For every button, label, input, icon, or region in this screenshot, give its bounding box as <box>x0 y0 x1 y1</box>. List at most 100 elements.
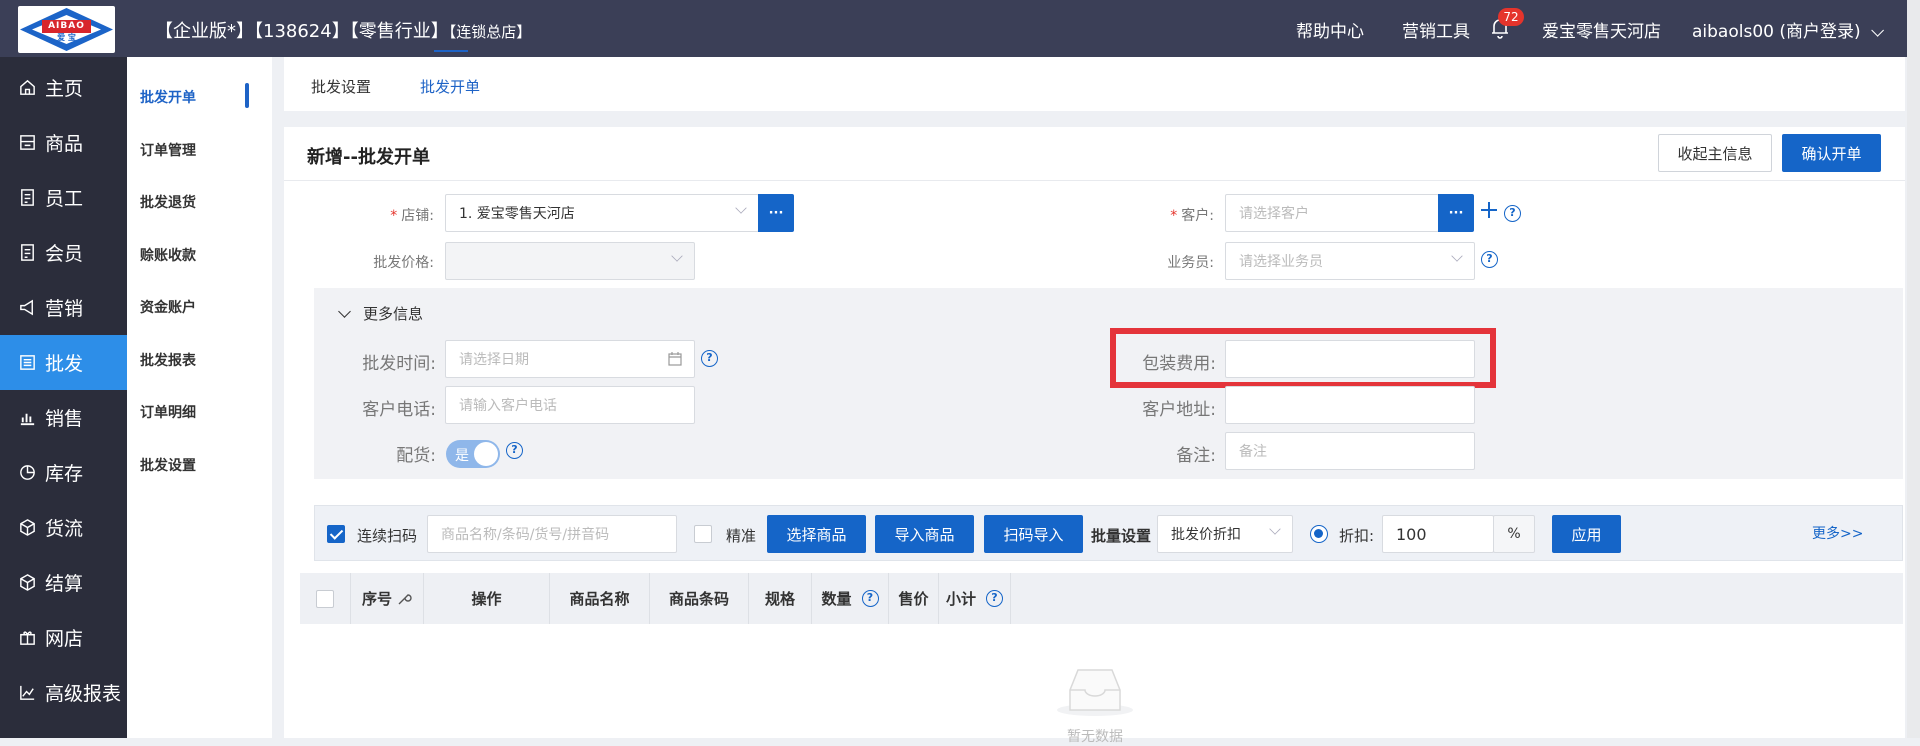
megaphone-icon <box>20 299 33 316</box>
window-scrollbar[interactable] <box>1907 0 1920 738</box>
salesman-help-icon[interactable]: ? <box>1481 251 1498 268</box>
empty-text: 暂无数据 <box>1067 729 1123 745</box>
column-index[interactable]: 序号 <box>351 573 424 624</box>
salesman-select[interactable]: 请选择业务员 <box>1225 242 1475 280</box>
sidebar-item-staff[interactable]: 员工 <box>0 170 127 225</box>
time-help-icon[interactable]: ? <box>701 350 718 367</box>
sidebar-item-reports[interactable]: 高级报表 <box>0 665 127 720</box>
exact-match-checkbox[interactable] <box>694 525 712 543</box>
list-icon <box>20 355 35 370</box>
gift-icon <box>20 631 35 645</box>
chevron-down-icon <box>338 305 351 318</box>
subtotal-help-icon[interactable]: ? <box>986 590 1003 607</box>
tab-wholesale-settings[interactable]: 批发设置 <box>311 76 371 97</box>
dispatch-toggle[interactable]: 是 <box>446 440 500 468</box>
more-info-label: 更多信息 <box>363 305 424 323</box>
column-spec: 规格 <box>749 573 812 624</box>
subnav-item-open-order[interactable]: 批发开单 <box>140 87 196 107</box>
subnav-item-credit[interactable]: 赊账收款 <box>140 245 196 265</box>
marketing-tools-link[interactable]: 营销工具 <box>1402 17 1470 42</box>
column-index-label: 序号 <box>361 590 392 608</box>
wholesale-time-label: 批发时间: <box>362 354 436 374</box>
collapse-info-button[interactable]: 收起主信息 <box>1658 134 1772 172</box>
tab-wholesale-open[interactable]: 批发开单 <box>420 76 480 97</box>
discount-label: 折扣: <box>1339 527 1375 545</box>
customer-help-icon[interactable]: ? <box>1504 205 1521 222</box>
subnav-active-indicator <box>245 83 249 108</box>
chevron-down-icon <box>735 202 747 214</box>
confirm-order-button[interactable]: 确认开单 <box>1782 134 1881 172</box>
sidebar-item-marketing[interactable]: 营销 <box>0 280 127 335</box>
sidebar-item-settlement[interactable]: 结算 <box>0 555 127 610</box>
sidebar-item-home[interactable]: 主页 <box>0 60 127 115</box>
more-info-panel: 更多信息 <box>314 288 1903 479</box>
sidebar-item-member[interactable]: 会员 <box>0 225 127 280</box>
chevron-down-icon <box>1870 24 1884 37</box>
customer-picker-button[interactable]: ··· <box>1438 194 1474 232</box>
column-goods-name: 商品名称 <box>550 573 650 624</box>
industry-label: 【零售行业】 <box>349 21 449 42</box>
percent-addon: % <box>1493 515 1535 553</box>
discount-input[interactable]: 100 <box>1382 515 1494 553</box>
aibao-logo[interactable]: AIBAO 爱 宝 <box>18 6 115 53</box>
customer-address-input[interactable] <box>1225 386 1475 424</box>
chevron-down-icon <box>671 250 683 262</box>
more-link[interactable]: 更多>> <box>1812 523 1863 543</box>
remark-input[interactable]: 备注 <box>1225 432 1475 470</box>
customer-address-label: 客户地址: <box>1142 400 1216 420</box>
price-select[interactable] <box>445 242 695 280</box>
price-label: 批发价格: <box>373 255 434 271</box>
customer-select[interactable]: 请选择客户 <box>1225 194 1439 232</box>
quantity-help-icon[interactable]: ? <box>861 590 879 607</box>
header-divider <box>284 180 1905 181</box>
subnav-item-report[interactable]: 批发报表 <box>140 350 196 370</box>
add-customer-icon[interactable] <box>1481 202 1497 218</box>
store-type-label: 【连锁总店】 <box>448 23 532 41</box>
help-center-link[interactable]: 帮助中心 <box>1296 17 1364 42</box>
logo-sub-text: 爱 宝 <box>57 33 76 42</box>
sidebar-item-webstore[interactable]: 网店 <box>0 610 127 665</box>
sidebar-item-sales[interactable]: 销售 <box>0 390 127 445</box>
sidebar-item-wholesale[interactable]: 批发 <box>0 335 127 390</box>
import-goods-button[interactable]: 导入商品 <box>875 515 974 553</box>
store-switcher[interactable]: 爱宝零售天河店 <box>1542 17 1661 42</box>
subnav-item-returns[interactable]: 批发退货 <box>140 192 196 212</box>
sidebar-item-inventory[interactable]: 库存 <box>0 445 127 500</box>
sidebar-item-goods[interactable]: 商品 <box>0 115 127 170</box>
subnav-item-settings[interactable]: 批发设置 <box>140 455 196 475</box>
store-label: * 店铺: <box>390 208 434 224</box>
store-select[interactable]: 1. 爱宝零售天河店 <box>445 194 759 232</box>
select-goods-button[interactable]: 选择商品 <box>767 515 866 553</box>
goods-search-input[interactable]: 商品名称/条码/货号/拼音码 <box>427 515 677 553</box>
dispatch-help-icon[interactable]: ? <box>506 442 523 459</box>
sidebar-item-label: 批发 <box>45 353 84 375</box>
sidebar-item-label: 网店 <box>45 628 84 650</box>
wrench-icon[interactable] <box>396 591 412 607</box>
member-icon <box>21 244 34 261</box>
sidebar-item-label: 销售 <box>45 408 84 430</box>
account-menu[interactable]: aibaols00 (商户登录) <box>1692 17 1884 42</box>
select-all-checkbox[interactable] <box>316 589 334 608</box>
more-info-toggle[interactable]: 更多信息 <box>336 303 423 324</box>
wholesale-subnav: 批发开单 订单管理 批发退货 赊账收款 资金账户 批发报表 订单明细 批发设置 <box>127 57 272 738</box>
batch-setting-select[interactable]: 批发价折扣 <box>1157 515 1293 553</box>
scan-import-button[interactable]: 扫码导入 <box>984 515 1083 553</box>
customer-phone-input[interactable]: 请输入客户电话 <box>445 386 695 424</box>
continuous-scan-checkbox[interactable] <box>327 525 345 543</box>
staff-icon <box>21 189 34 206</box>
select-all-column <box>300 573 351 624</box>
store-value: 1. 爱宝零售天河店 <box>459 206 575 222</box>
wholesale-date-picker[interactable]: 请选择日期 <box>445 340 695 378</box>
merchant-id: 【138624】 <box>254 21 350 42</box>
edition-label: 【企业版*】 <box>155 21 254 42</box>
page-tabs: 批发设置 批发开单 <box>284 57 1905 111</box>
discount-radio[interactable] <box>1310 525 1328 543</box>
subnav-item-details[interactable]: 订单明细 <box>140 402 196 422</box>
subnav-item-funds[interactable]: 资金账户 <box>140 297 196 317</box>
sidebar-item-logistics[interactable]: 货流 <box>0 500 127 555</box>
subnav-item-orders[interactable]: 订单管理 <box>140 140 196 160</box>
store-picker-button[interactable]: ··· <box>758 194 794 232</box>
goods-icon <box>20 135 35 150</box>
customer-label: * 客户: <box>1170 208 1214 224</box>
apply-button[interactable]: 应用 <box>1552 515 1621 553</box>
